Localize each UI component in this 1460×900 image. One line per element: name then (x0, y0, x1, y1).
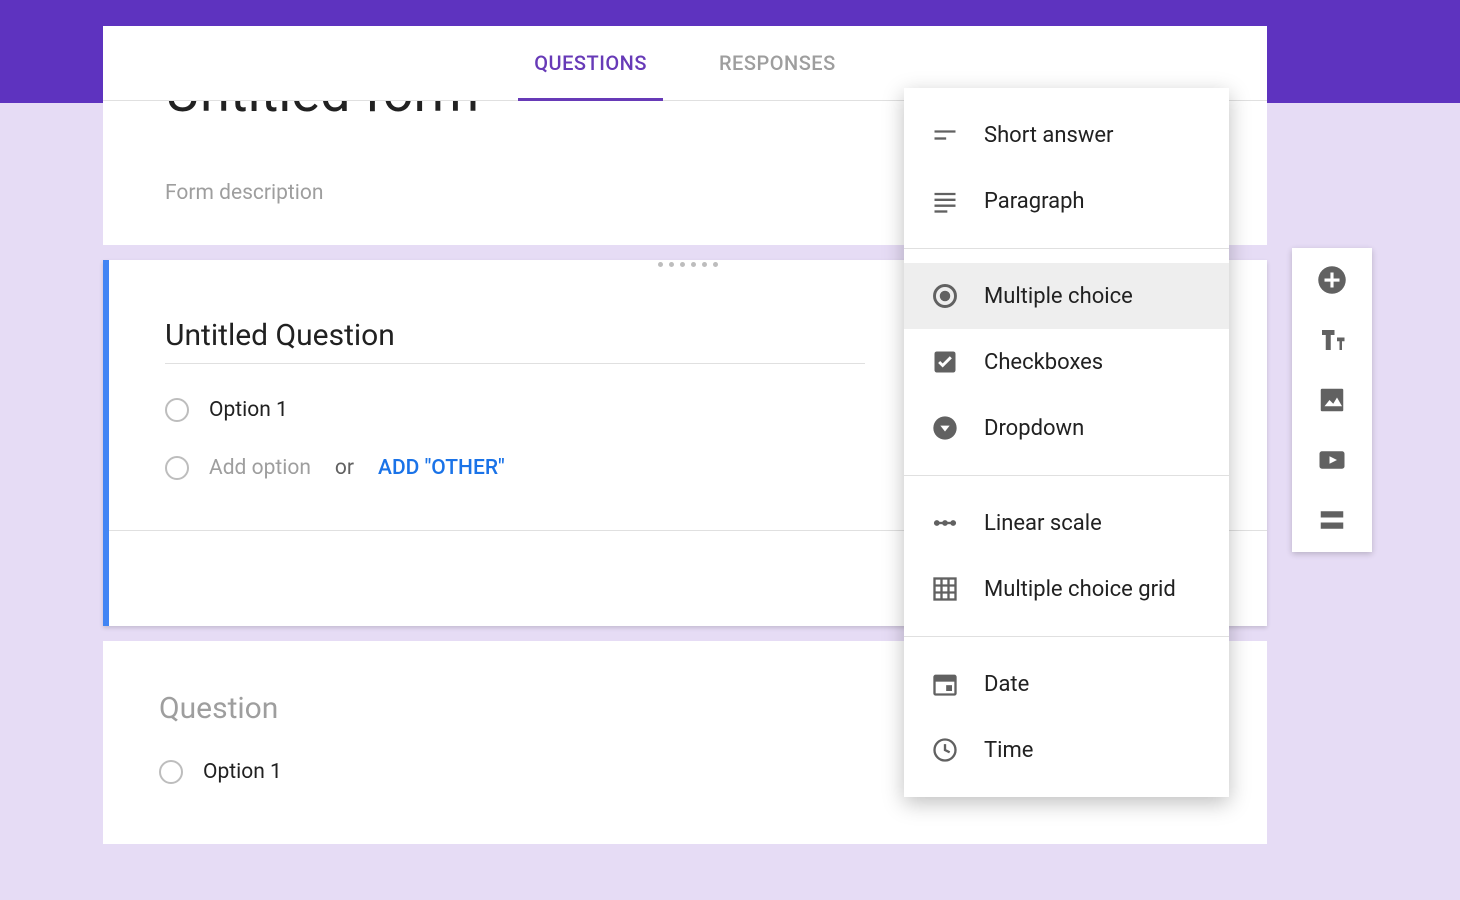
dropdown-icon (930, 413, 960, 443)
option-label[interactable]: Option 1 (209, 398, 288, 422)
type-option-linear-scale[interactable]: Linear scale (904, 490, 1229, 556)
time-icon (930, 735, 960, 765)
radio-icon (159, 760, 183, 784)
date-icon (930, 669, 960, 699)
type-option-time[interactable]: Time (904, 717, 1229, 783)
add-image-button[interactable] (1316, 384, 1348, 416)
paragraph-icon (930, 186, 960, 216)
type-option-paragraph[interactable]: Paragraph (904, 168, 1229, 234)
question-title-input[interactable]: Untitled Question (165, 300, 865, 364)
type-option-label: Checkboxes (984, 350, 1103, 375)
type-option-label: Paragraph (984, 189, 1085, 214)
tab-questions[interactable]: QUESTIONS (528, 26, 653, 101)
type-option-dropdown[interactable]: Dropdown (904, 395, 1229, 461)
tab-label: QUESTIONS (534, 51, 647, 75)
multiple-choice-icon (930, 281, 960, 311)
type-option-label: Short answer (984, 123, 1114, 148)
type-option-label: Multiple choice grid (984, 577, 1176, 602)
type-option-multiple-choice[interactable]: Multiple choice (904, 263, 1229, 329)
type-option-multiple-choice-grid[interactable]: Multiple choice grid (904, 556, 1229, 622)
radio-icon (165, 398, 189, 422)
short-answer-icon (930, 120, 960, 150)
side-toolbar (1292, 248, 1372, 552)
add-option-button[interactable]: Add option (209, 456, 311, 480)
question-type-menu: Short answer Paragraph Multiple choice Chec… (904, 88, 1229, 797)
type-option-label: Time (984, 738, 1033, 763)
type-option-label: Multiple choice (984, 284, 1133, 309)
add-video-button[interactable] (1316, 444, 1348, 476)
add-section-button[interactable] (1316, 504, 1348, 536)
type-option-label: Linear scale (984, 511, 1102, 536)
or-label: or (335, 456, 354, 480)
add-question-button[interactable] (1316, 264, 1348, 296)
add-title-button[interactable] (1316, 324, 1348, 356)
type-option-checkboxes[interactable]: Checkboxes (904, 329, 1229, 395)
linear-scale-icon (930, 508, 960, 538)
tab-responses[interactable]: RESPONSES (713, 26, 842, 101)
tab-label: RESPONSES (719, 51, 836, 75)
option-label: Option 1 (203, 760, 282, 784)
checkboxes-icon (930, 347, 960, 377)
multiple-choice-grid-icon (930, 574, 960, 604)
type-option-date[interactable]: Date (904, 651, 1229, 717)
form-title-text: Untitled form (165, 101, 479, 121)
type-option-label: Date (984, 672, 1029, 697)
type-option-label: Dropdown (984, 416, 1084, 441)
type-option-short-answer[interactable]: Short answer (904, 102, 1229, 168)
add-other-button[interactable]: ADD "OTHER" (378, 456, 505, 480)
radio-icon (165, 456, 189, 480)
